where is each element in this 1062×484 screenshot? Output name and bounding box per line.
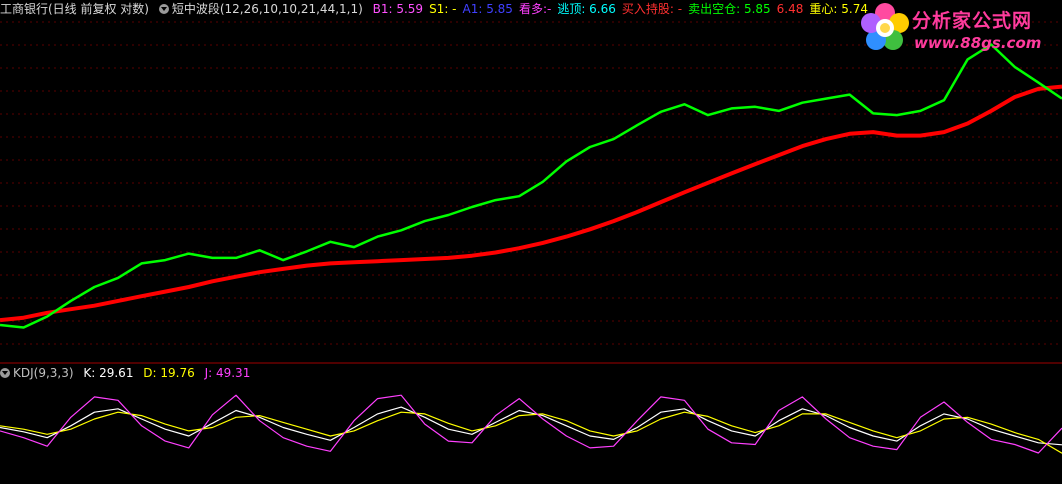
price-series-line-0 [0, 84, 1062, 323]
kdj-d-value: D: 19.76 [143, 366, 195, 380]
kdj-j-value: J: 49.31 [204, 366, 251, 380]
site-logo: 分析家公式网 www.88gs.com [858, 2, 1058, 60]
kdj-header: KDJ(9,3,3) K: 29.61 D: 19.76 J: 49.31 [0, 365, 256, 381]
indicator-value-1: S1: - [429, 2, 457, 16]
indicator-value-7: 6.48 [776, 2, 804, 16]
indicator-value-5: 买入持股: - [621, 2, 683, 16]
kdj-line-j [0, 394, 1062, 454]
dropdown-icon[interactable] [158, 4, 169, 14]
kdj-lines [0, 394, 1062, 454]
price-chart [0, 21, 1062, 454]
chart-gridlines [0, 21, 1062, 345]
logo-title: 分析家公式网 [912, 10, 1033, 32]
flower-icon [861, 3, 909, 50]
kdj-line-d [0, 411, 1062, 454]
price-lines [0, 43, 1062, 329]
price-series-line-1 [0, 43, 1062, 329]
kdj-line-k [0, 406, 1062, 446]
kdj-k-value: K: 29.61 [83, 366, 134, 380]
kdj-name[interactable]: KDJ(9,3,3) [0, 365, 74, 381]
dropdown-icon[interactable] [0, 368, 10, 378]
logo-url: www.88gs.com [914, 34, 1042, 52]
indicator-values: B1: 5.59 S1: - A1: 5.85 看多:- 逃顶: 6.66 买入持股: -… [373, 0, 874, 18]
indicator-value-0: B1: 5.59 [372, 2, 424, 16]
indicator-value-6: 卖出空仓: 5.85 [688, 2, 771, 16]
indicator-value-2: A1: 5.85 [462, 2, 513, 16]
indicator-value-3: 看多:- [518, 2, 552, 16]
stock-title[interactable]: 工商银行(日线 前复权 对数) [0, 0, 149, 18]
indicator-name[interactable]: 短中波段(12,26,10,10,21,44,1,1) [158, 0, 363, 18]
indicator-value-4: 逃顶: 6.66 [557, 2, 616, 16]
chart-header: 工商银行(日线 前复权 对数) 短中波段(12,26,10,10,21,44,1… [0, 0, 880, 18]
